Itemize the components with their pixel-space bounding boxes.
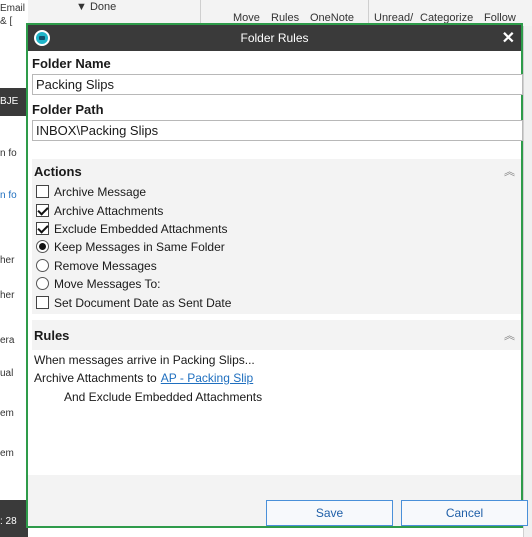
folder-path-input[interactable] [32,120,523,141]
option-label: Keep Messages in Same Folder [54,240,225,254]
bg-text-email: Email [0,3,26,14]
checkbox-checked-icon [36,222,49,235]
actions-title: Actions [34,164,82,179]
folder-path-label: Folder Path [32,102,104,117]
bg-text-fragment: em [0,448,14,459]
actions-header[interactable]: Actions ︽ [32,159,521,183]
rule-exclude-text: And Exclude Embedded Attachments [64,390,263,404]
cancel-button[interactable]: Cancel [401,500,528,526]
archive-message-checkbox[interactable]: Archive Message [36,185,146,202]
folder-name-label: Folder Name [32,56,111,71]
bg-text-fragment: : 28 [0,500,28,537]
rules-title: Rules [34,328,70,343]
bg-text-fragment: her [0,290,15,301]
rule-action-text: Archive Attachments to [34,371,157,385]
radio-icon [36,259,49,272]
dialog-title: Folder Rules [240,31,309,45]
collapse-actions-icon[interactable]: ︽ [504,163,515,179]
folder-name-input[interactable] [32,74,523,95]
option-label: Remove Messages [54,259,157,273]
option-label: Set Document Date as Sent Date [54,296,232,310]
rules-section: Rules ︽ [32,320,521,350]
radio-icon [36,277,49,290]
checkbox-icon [36,296,49,309]
destination-link[interactable]: AP - Packing Slip [161,371,254,385]
bg-text-fragment: em [0,408,14,419]
keep-messages-radio[interactable]: Keep Messages in Same Folder [36,240,225,257]
rules-header[interactable]: Rules ︽ [32,323,521,347]
actions-section: Actions ︽ Archive Message Archive Attach… [32,159,521,314]
set-document-date-checkbox[interactable]: Set Document Date as Sent Date [36,296,231,313]
bg-text-fragment: & [ [0,16,13,27]
option-label: Exclude Embedded Attachments [54,222,228,236]
bg-done-text: Done [89,1,117,13]
remove-messages-radio[interactable]: Remove Messages [36,259,157,276]
bg-text-fragment: era [0,335,15,346]
archive-attachments-checkbox[interactable]: Archive Attachments [36,204,163,221]
close-icon[interactable]: ✕ [502,28,515,48]
background-message-list: Email & [ BJE n fo n fo her her era ual … [0,0,28,537]
bg-done-label: ▼ Done [76,1,117,13]
rule-action-line: Archive Attachments to AP - Packing Slip [34,371,253,385]
collapse-rules-icon[interactable]: ︽ [504,327,515,343]
bg-text-fragment: her [0,255,15,266]
dialog-titlebar[interactable]: Folder Rules ✕ [28,25,521,51]
background-scrollbar [523,26,532,537]
dialog-footer: Save Cancel [28,475,528,526]
option-label: Archive Attachments [54,204,164,218]
exclude-embedded-checkbox[interactable]: Exclude Embedded Attachments [36,222,227,239]
move-messages-radio[interactable]: Move Messages To: [36,277,161,294]
option-label: Move Messages To: [54,277,161,291]
bg-text-fragment: ual [0,368,14,379]
bg-text-fragment: n fo [0,148,17,159]
checkbox-icon [36,185,49,198]
bg-text-fragment: n fo [0,190,17,201]
rule-trigger-text: When messages arrive in Packing Slips... [34,353,255,367]
folder-rules-dialog: Folder Rules ✕ Folder Name Folder Path A… [26,23,528,528]
option-label: Archive Message [54,185,147,199]
checkbox-checked-icon [36,204,49,217]
rules-summary: When messages arrive in Packing Slips...… [32,350,521,475]
save-button[interactable]: Save [266,500,393,526]
radio-selected-icon [36,240,49,253]
bg-text-fragment: BJE [0,88,28,116]
